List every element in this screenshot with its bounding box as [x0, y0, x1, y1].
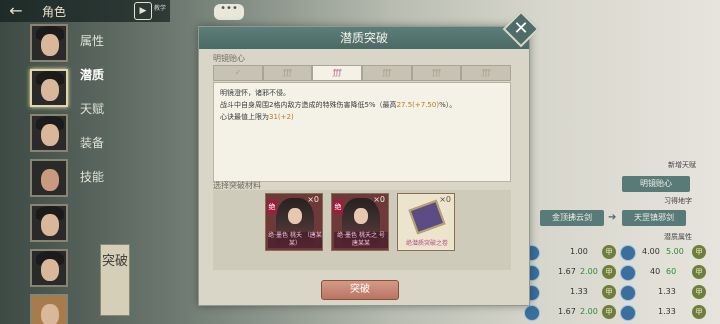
- scroll-icon: [408, 199, 446, 235]
- stat-value: 4.00: [642, 247, 660, 256]
- skill-from-button[interactable]: 金顶拂云剑: [540, 210, 604, 226]
- grade-badge: 甲: [692, 285, 706, 299]
- stat-value: 40: [650, 267, 661, 276]
- stat-value: 1.33: [658, 287, 676, 296]
- modal-title: 潜质突破: [199, 27, 529, 49]
- grade-badge: 甲: [602, 285, 616, 299]
- attribute-label: 潜质属性: [664, 233, 692, 241]
- tab-level-1[interactable]: ✓: [213, 65, 263, 81]
- sidebar-item-attributes[interactable]: 属性: [80, 32, 120, 66]
- tab-level-6[interactable]: ƒƒƒ: [461, 65, 512, 81]
- stat-up-value: 2.00: [580, 267, 598, 276]
- material-card[interactable]: 绝 ×0 绝·墨色 桃夭 （唐某某）: [265, 193, 323, 251]
- attribute-icon: [620, 265, 636, 281]
- stat-up-value: 2.00: [580, 307, 598, 316]
- arrow-right-icon: ➔: [608, 212, 617, 223]
- stat-value: 1.67: [558, 267, 576, 276]
- grade-badge: 甲: [692, 265, 706, 279]
- material-tag: 绝: [333, 200, 343, 214]
- learned-skill-label: 习得地字: [664, 197, 692, 205]
- tutorial-label: 教学: [154, 5, 167, 12]
- stat-up-value: 5.00: [666, 247, 684, 256]
- desc-line-3: 心诀最值上限为31(+2): [220, 113, 294, 121]
- character-portrait[interactable]: [30, 249, 68, 287]
- stat-up-value: 60: [666, 267, 677, 276]
- tab-level-3[interactable]: ƒƒƒ: [312, 65, 363, 81]
- sidebar-item-potential[interactable]: 潜质: [80, 66, 120, 100]
- stat-value: 1.33: [658, 307, 676, 316]
- grade-badge: 甲: [602, 245, 616, 259]
- side-breakthrough-button[interactable]: 突破: [100, 244, 130, 316]
- stat-value: 1.33: [570, 287, 588, 296]
- play-icon[interactable]: ▶: [134, 2, 152, 20]
- material-tag: 绝: [267, 200, 277, 214]
- close-icon: ✕: [513, 18, 529, 39]
- sidebar-item-equipment[interactable]: 装备: [80, 134, 120, 168]
- potential-description: 明镜澄怀，诸邪不侵。 战斗中自身周围2格内敌方造成的特殊伤害降低5%（最高27.…: [213, 82, 511, 182]
- material-count: ×0: [307, 195, 319, 204]
- material-name: 绝潜质突破之卷: [405, 240, 448, 247]
- stat-row: 1.00 甲 4.00 5.00 甲: [522, 244, 720, 262]
- stat-row: 1.67 2.00 甲 1.33 甲: [522, 304, 720, 322]
- page-title: 角色: [42, 5, 67, 19]
- sidebar-item-skills[interactable]: 技能: [80, 168, 120, 202]
- material-name: 绝·墨色 桃夭 （唐某某）: [268, 232, 322, 248]
- sidebar-menu: 属性 潜质 天赋 装备 技能: [80, 32, 120, 202]
- skill-to-button[interactable]: 天罡镇邪剑: [622, 210, 686, 226]
- new-talent-label: 新增天赋: [668, 161, 696, 169]
- back-arrow-icon[interactable]: ←: [6, 2, 26, 20]
- material-card[interactable]: 绝 ×0 绝·墨色 桃夭之 号 唐某某: [331, 193, 389, 251]
- attribute-icon: [620, 285, 636, 301]
- attribute-icon: [524, 305, 540, 321]
- desc-line-2: 战斗中自身周围2格内敌方造成的特殊伤害降低5%（最高27.5(+7.50)%）。: [220, 101, 457, 109]
- grade-badge: 甲: [602, 305, 616, 319]
- character-portrait[interactable]: [30, 204, 68, 242]
- stat-row: 1.67 2.00 甲 40 60 甲: [522, 264, 720, 282]
- character-portrait[interactable]: [30, 114, 68, 152]
- material-card[interactable]: ×0 绝潜质突破之卷: [397, 193, 455, 251]
- material-name: 绝·墨色 桃夭之 号 唐某某: [334, 232, 388, 248]
- breakthrough-button[interactable]: 突破: [321, 280, 399, 300]
- desc-line-1: 明镜澄怀，诸邪不侵。: [220, 89, 290, 97]
- character-portrait[interactable]: [30, 159, 68, 197]
- character-portrait[interactable]: [30, 294, 68, 324]
- top-bar: ← 角色 ▶ 教学: [0, 0, 170, 22]
- attribute-icon: [620, 245, 636, 261]
- sidebar-item-talent[interactable]: 天赋: [80, 100, 120, 134]
- character-portrait[interactable]: [30, 24, 68, 62]
- new-talent-button[interactable]: 明镜贻心: [622, 176, 690, 192]
- stat-value: 1.00: [570, 247, 588, 256]
- app-root: ← 角色 ▶ 教学 ••• 属性 潜质 天赋 装备 技能 突破 新增天赋 明镜贻…: [0, 0, 720, 324]
- stat-row: 1.33 甲 1.33 甲: [522, 284, 720, 302]
- character-list: [26, 24, 72, 324]
- stat-value: 1.67: [558, 307, 576, 316]
- tab-level-4[interactable]: ƒƒƒ: [362, 65, 412, 81]
- tab-level-2[interactable]: ƒƒƒ: [262, 65, 313, 81]
- grade-badge: 甲: [692, 245, 706, 259]
- chat-bubble-icon[interactable]: •••: [214, 4, 244, 20]
- grade-badge: 甲: [602, 265, 616, 279]
- character-portrait-selected[interactable]: [30, 69, 68, 107]
- potential-name-label: 明镜贻心: [213, 54, 245, 63]
- attribute-icon: [620, 305, 636, 321]
- grade-badge: 甲: [692, 305, 706, 319]
- tab-level-5[interactable]: ƒƒƒ: [411, 65, 462, 81]
- material-count: ×0: [373, 195, 385, 204]
- material-count: ×0: [439, 195, 451, 204]
- potential-level-tabs: ✓ ƒƒƒ ƒƒƒ ƒƒƒ ƒƒƒ ƒƒƒ: [213, 65, 512, 81]
- breakthrough-modal: 潜质突破 明镜贻心 ✓ ƒƒƒ ƒƒƒ ƒƒƒ ƒƒƒ ƒƒƒ 明镜澄怀，诸邪不…: [198, 26, 530, 306]
